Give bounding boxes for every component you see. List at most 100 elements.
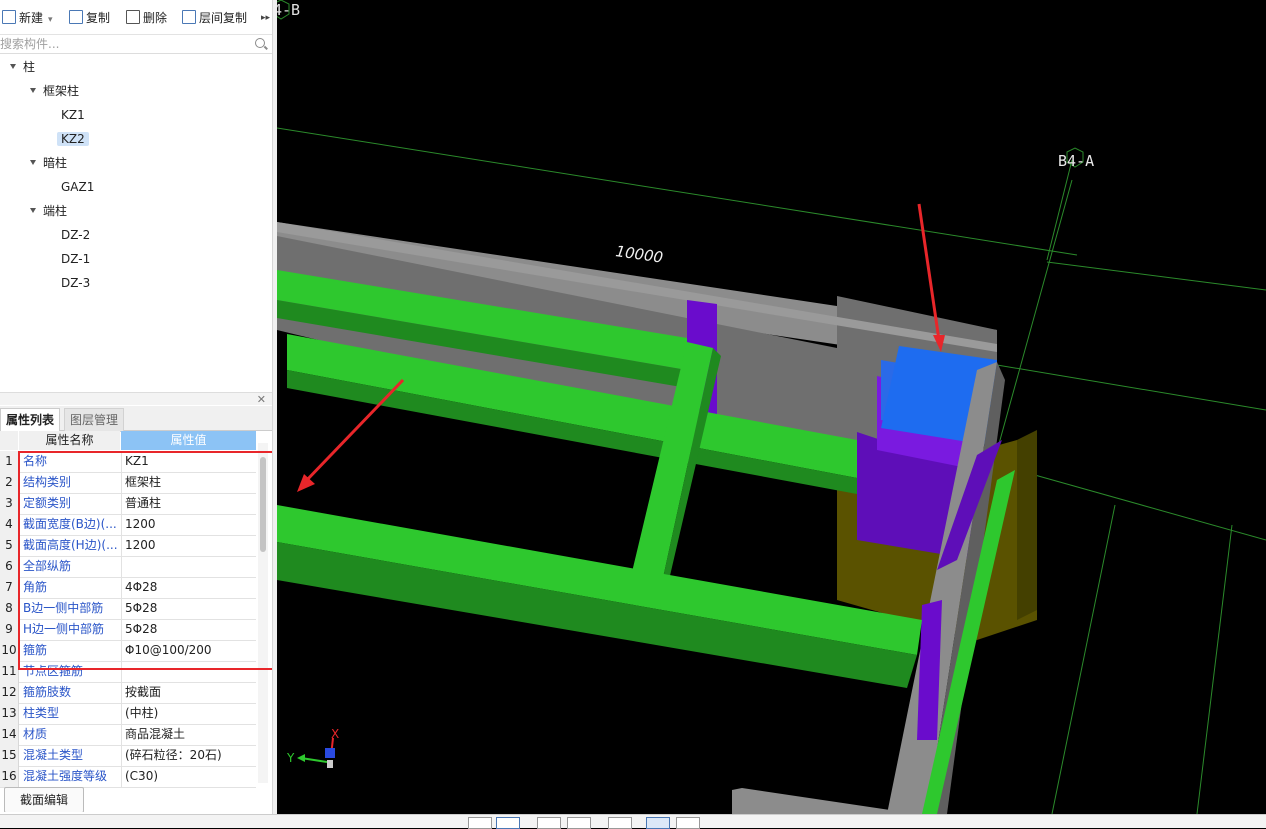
tree-node-hidden-column[interactable]: 暗柱 — [30, 153, 67, 173]
floor-copy-button[interactable]: 层间复制 — [182, 9, 247, 27]
scrollbar-thumb[interactable] — [260, 457, 266, 552]
status-tool-button[interactable] — [537, 817, 561, 829]
row-number: 2 — [0, 472, 19, 493]
row-number: 4 — [0, 514, 19, 535]
axis-arrow-icon — [297, 754, 305, 762]
property-name: 混凝土类型 — [23, 748, 84, 762]
table-row[interactable]: 1 名称 KZ1 — [0, 451, 256, 473]
table-row[interactable]: 3 定额类别 普通柱 — [0, 493, 256, 515]
table-row[interactable]: 5 截面高度(H边)(... 1200 — [0, 535, 256, 557]
tab-property-list[interactable]: 属性列表 — [0, 408, 61, 432]
status-tool-button[interactable] — [496, 817, 520, 829]
status-tool-button[interactable] — [646, 817, 670, 829]
property-name: 材质 — [23, 727, 48, 741]
tab-layer-manager[interactable]: 图层管理 — [64, 408, 125, 432]
new-icon — [2, 10, 16, 24]
tree-node-column[interactable]: 柱 — [10, 57, 35, 77]
table-row[interactable]: 6 全部纵筋 — [0, 556, 256, 578]
property-value[interactable] — [121, 661, 260, 682]
property-value[interactable]: 1200 — [121, 535, 260, 556]
property-value[interactable]: 按截面 — [121, 682, 260, 703]
search-input[interactable] — [0, 35, 250, 52]
status-tool-button[interactable] — [468, 817, 492, 829]
tree-leaf-gaz1[interactable]: GAZ1 — [57, 177, 98, 197]
grid-line — [1196, 524, 1233, 814]
dropdown-arrow-icon[interactable]: ▾ — [48, 15, 53, 25]
table-row[interactable]: 14 材质 商品混凝土 — [0, 724, 256, 746]
property-value[interactable]: (中柱) — [121, 703, 260, 724]
property-scrollbar[interactable] — [258, 443, 268, 783]
floor-copy-icon — [182, 10, 196, 24]
more-tools-icon[interactable]: ▸▸ — [261, 9, 270, 27]
property-name: 节点区箍筋 — [23, 664, 84, 678]
table-row[interactable]: 11 节点区箍筋 — [0, 661, 256, 683]
status-bar — [0, 814, 1266, 829]
collapse-icon[interactable] — [30, 88, 36, 93]
copy-button[interactable]: 复制 — [69, 9, 110, 27]
status-tool-button[interactable] — [676, 817, 700, 829]
table-row[interactable]: 13 柱类型 (中柱) — [0, 703, 256, 725]
column-header-name: 属性名称 — [19, 431, 120, 450]
property-value[interactable]: 5Φ28 — [121, 619, 260, 640]
collapse-icon[interactable] — [10, 64, 16, 69]
row-number: 7 — [0, 577, 19, 598]
tree-leaf-dz-1[interactable]: DZ-1 — [57, 249, 94, 269]
property-value[interactable]: Φ10@100/200 — [121, 640, 260, 661]
table-row[interactable]: 12 箍筋肢数 按截面 — [0, 682, 256, 704]
property-name: 箍筋肢数 — [23, 685, 72, 699]
delete-button[interactable]: 删除 — [126, 9, 167, 27]
property-value[interactable]: (碎石粒径：20石) — [121, 745, 260, 766]
axis-z-icon — [327, 760, 333, 768]
status-tool-button[interactable] — [567, 817, 591, 829]
row-number: 8 — [0, 598, 19, 619]
property-value[interactable]: 4Φ28 — [121, 577, 260, 598]
tree-leaf-dz-3[interactable]: DZ-3 — [57, 273, 94, 293]
table-row[interactable]: 7 角筋 4Φ28 — [0, 577, 256, 599]
tree-node-frame-column[interactable]: 框架柱 — [30, 81, 79, 101]
grid-line — [277, 127, 1078, 256]
property-value[interactable]: 商品混凝土 — [121, 724, 260, 745]
property-name: 结构类别 — [23, 475, 72, 489]
tree-leaf-kz2[interactable]: KZ2 — [57, 129, 89, 149]
property-value[interactable]: 普通柱 — [121, 493, 260, 514]
tree-leaf-kz1[interactable]: KZ1 — [57, 105, 89, 125]
table-row[interactable]: 15 混凝土类型 (碎石粒径：20石) — [0, 745, 256, 767]
section-edit-button[interactable]: 截面编辑 — [4, 787, 84, 813]
new-button[interactable]: 新建 ▾ — [2, 9, 53, 27]
status-tool-button[interactable] — [608, 817, 632, 829]
row-number: 6 — [0, 556, 19, 577]
table-row[interactable]: 8 B边一侧中部筋 5Φ28 — [0, 598, 256, 620]
property-value[interactable]: 框架柱 — [121, 472, 260, 493]
row-number: 11 — [0, 661, 19, 682]
property-tabs: 属性列表 图层管理 — [0, 406, 272, 432]
row-number-header — [0, 431, 18, 450]
y-axis-label: Y — [286, 751, 295, 765]
tree-leaf-dz-2[interactable]: DZ-2 — [57, 225, 94, 245]
column-header-value: 属性值 — [121, 431, 256, 450]
close-icon[interactable]: ✕ — [257, 393, 266, 406]
table-row[interactable]: 9 H边一侧中部筋 5Φ28 — [0, 619, 256, 641]
foundation-side — [1017, 430, 1037, 620]
panel-splitter[interactable]: ✕ — [0, 392, 272, 406]
property-value[interactable]: 5Φ28 — [121, 598, 260, 619]
search-icon[interactable] — [255, 38, 265, 48]
tree-node-end-column[interactable]: 端柱 — [30, 201, 67, 221]
axis-origin-icon — [325, 748, 335, 758]
arrow-head-icon — [297, 474, 315, 492]
property-name: 截面宽度(B边)(... — [23, 517, 117, 531]
3d-viewport[interactable]: 4-B B4-A 10000 X Y — [277, 0, 1266, 814]
row-number: 13 — [0, 703, 19, 724]
property-name: 全部纵筋 — [23, 559, 72, 573]
property-value[interactable] — [121, 556, 260, 577]
property-value[interactable]: (C30) — [121, 766, 260, 787]
table-row[interactable]: 10 箍筋 Φ10@100/200 — [0, 640, 256, 662]
row-number: 12 — [0, 682, 19, 703]
property-name: H边一侧中部筋 — [23, 622, 105, 636]
table-row[interactable]: 4 截面宽度(B边)(... 1200 — [0, 514, 256, 536]
collapse-icon[interactable] — [30, 208, 36, 213]
collapse-icon[interactable] — [30, 160, 36, 165]
property-value[interactable]: 1200 — [121, 514, 260, 535]
table-row[interactable]: 16 混凝土强度等级 (C30) — [0, 766, 256, 788]
table-row[interactable]: 2 结构类别 框架柱 — [0, 472, 256, 494]
property-value[interactable]: KZ1 — [121, 451, 260, 472]
